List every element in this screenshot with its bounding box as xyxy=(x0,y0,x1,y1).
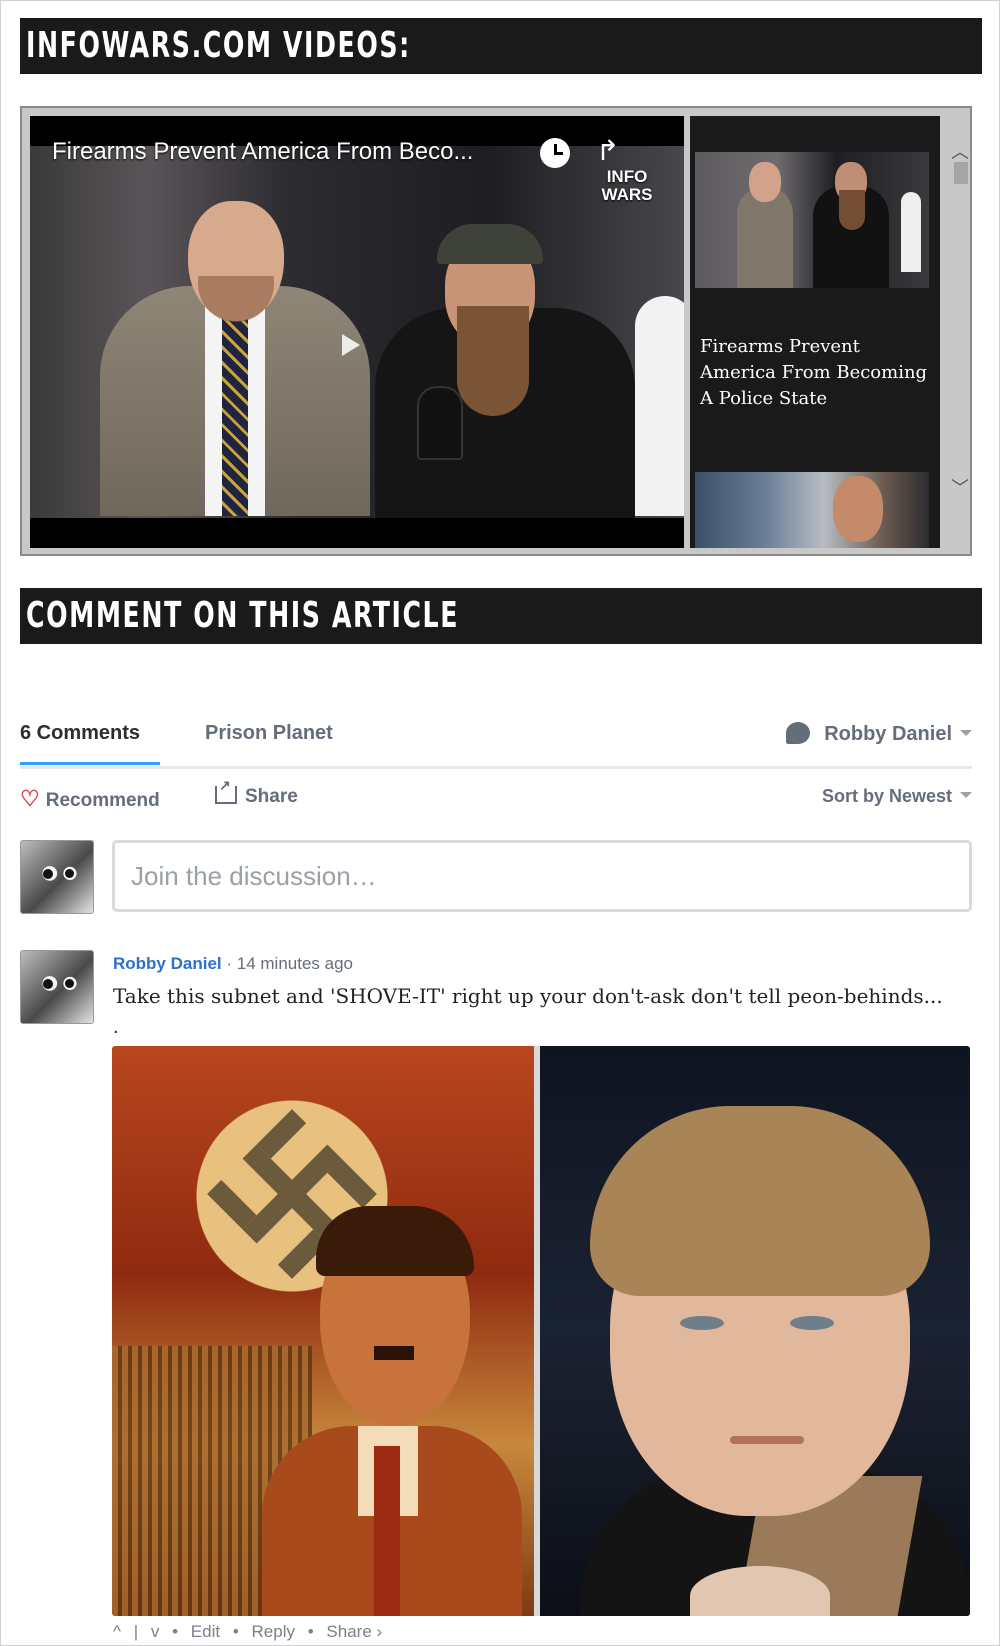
video-person-right xyxy=(375,206,635,518)
vote-divider: | xyxy=(133,1622,139,1641)
image-right-panel xyxy=(540,1046,970,1616)
discussion-input[interactable] xyxy=(115,843,969,909)
meta-separator: · xyxy=(226,954,233,973)
video-person-left xyxy=(90,201,380,516)
heart-icon[interactable]: ♡ xyxy=(20,786,40,811)
user-menu-name[interactable]: Robby Daniel xyxy=(824,723,952,745)
user-menu[interactable]: Robby Daniel xyxy=(786,722,972,746)
caret-down-icon[interactable] xyxy=(960,730,972,736)
recommend-label[interactable]: Recommend xyxy=(46,790,160,811)
comment-composer[interactable] xyxy=(112,840,972,912)
comment-heading-text: COMMENT ON THIS ARTICLE xyxy=(26,595,460,636)
reply-link[interactable]: Reply xyxy=(252,1622,295,1641)
playlist-thumbnail-next[interactable] xyxy=(695,472,929,548)
comment-author[interactable]: Robby Daniel xyxy=(113,954,222,973)
comment-meta: Robby Daniel · 14 minutes ago xyxy=(113,954,353,974)
caret-down-icon[interactable] xyxy=(960,792,972,798)
upvote-icon[interactable]: ^ xyxy=(113,1622,121,1641)
videos-section-heading: INFOWARS.COM VIDEOS: xyxy=(20,18,982,74)
share-arrow-icon[interactable]: ↱ xyxy=(596,134,619,167)
comment-footer: ^ | v • Edit • Reply • Share › xyxy=(113,1622,390,1642)
video-playlist: Firearms Prevent America From Becoming A… xyxy=(690,116,940,548)
infowars-logo: INFO WARS xyxy=(592,168,662,214)
comment-body: Take this subnet and 'SHOVE-IT' right up… xyxy=(113,984,943,1008)
comment-attached-image[interactable] xyxy=(112,1046,970,1616)
recommend-button[interactable]: ♡ Recommend xyxy=(20,786,160,812)
watch-later-icon[interactable] xyxy=(540,138,570,168)
comment-timestamp[interactable]: 14 minutes ago xyxy=(237,954,353,973)
chevron-up-icon[interactable]: ︿ xyxy=(950,138,970,164)
comment-section-heading: COMMENT ON THIS ARTICLE xyxy=(20,588,982,644)
sort-menu[interactable]: Sort by Newest xyxy=(822,786,972,807)
playlist-thumbnail[interactable] xyxy=(695,152,929,288)
video-frame-image xyxy=(30,146,684,518)
comment-avatar[interactable] xyxy=(20,950,94,1024)
footer-separator: • xyxy=(172,1622,179,1641)
discussion-tab-bar: 6 Comments Prison Planet Robby Daniel xyxy=(20,712,972,769)
chevron-down-icon[interactable]: ﹀ xyxy=(950,474,970,500)
downvote-icon[interactable]: v xyxy=(151,1622,160,1641)
tab-comments[interactable]: 6 Comments xyxy=(20,722,140,745)
play-icon[interactable] xyxy=(342,334,360,356)
logo-line-1: INFO xyxy=(606,167,648,186)
share-comment-link[interactable]: Share › xyxy=(326,1622,382,1641)
image-left-panel xyxy=(112,1046,534,1616)
comment-trailing-text: . xyxy=(113,1016,119,1038)
video-player[interactable]: Firearms Prevent America From Beco... ↱ … xyxy=(30,116,684,548)
footer-separator: • xyxy=(307,1622,314,1641)
playlist-scrollbar[interactable] xyxy=(954,162,968,184)
share-label[interactable]: Share xyxy=(245,786,298,807)
sort-label[interactable]: Sort by Newest xyxy=(822,786,952,806)
active-tab-indicator xyxy=(20,762,160,765)
share-icon[interactable] xyxy=(215,777,237,804)
share-button[interactable]: Share xyxy=(215,777,298,808)
avatar[interactable] xyxy=(20,840,94,914)
edit-link[interactable]: Edit xyxy=(191,1622,220,1641)
footer-separator: • xyxy=(232,1622,239,1641)
videos-heading-text: INFOWARS.COM VIDEOS: xyxy=(26,25,411,66)
playlist-item-title[interactable]: Firearms Prevent America From Becoming A… xyxy=(700,334,932,412)
discussion-actions: ♡ Recommend Share Sort by Newest xyxy=(20,777,972,812)
logo-line-2: WARS xyxy=(601,185,653,204)
shooting-target-image xyxy=(635,296,684,516)
notification-bubble-icon[interactable] xyxy=(786,722,811,744)
tab-community[interactable]: Prison Planet xyxy=(205,722,333,745)
video-widget: Firearms Prevent America From Beco... ↱ … xyxy=(20,106,972,556)
video-title[interactable]: Firearms Prevent America From Beco... xyxy=(52,138,473,166)
